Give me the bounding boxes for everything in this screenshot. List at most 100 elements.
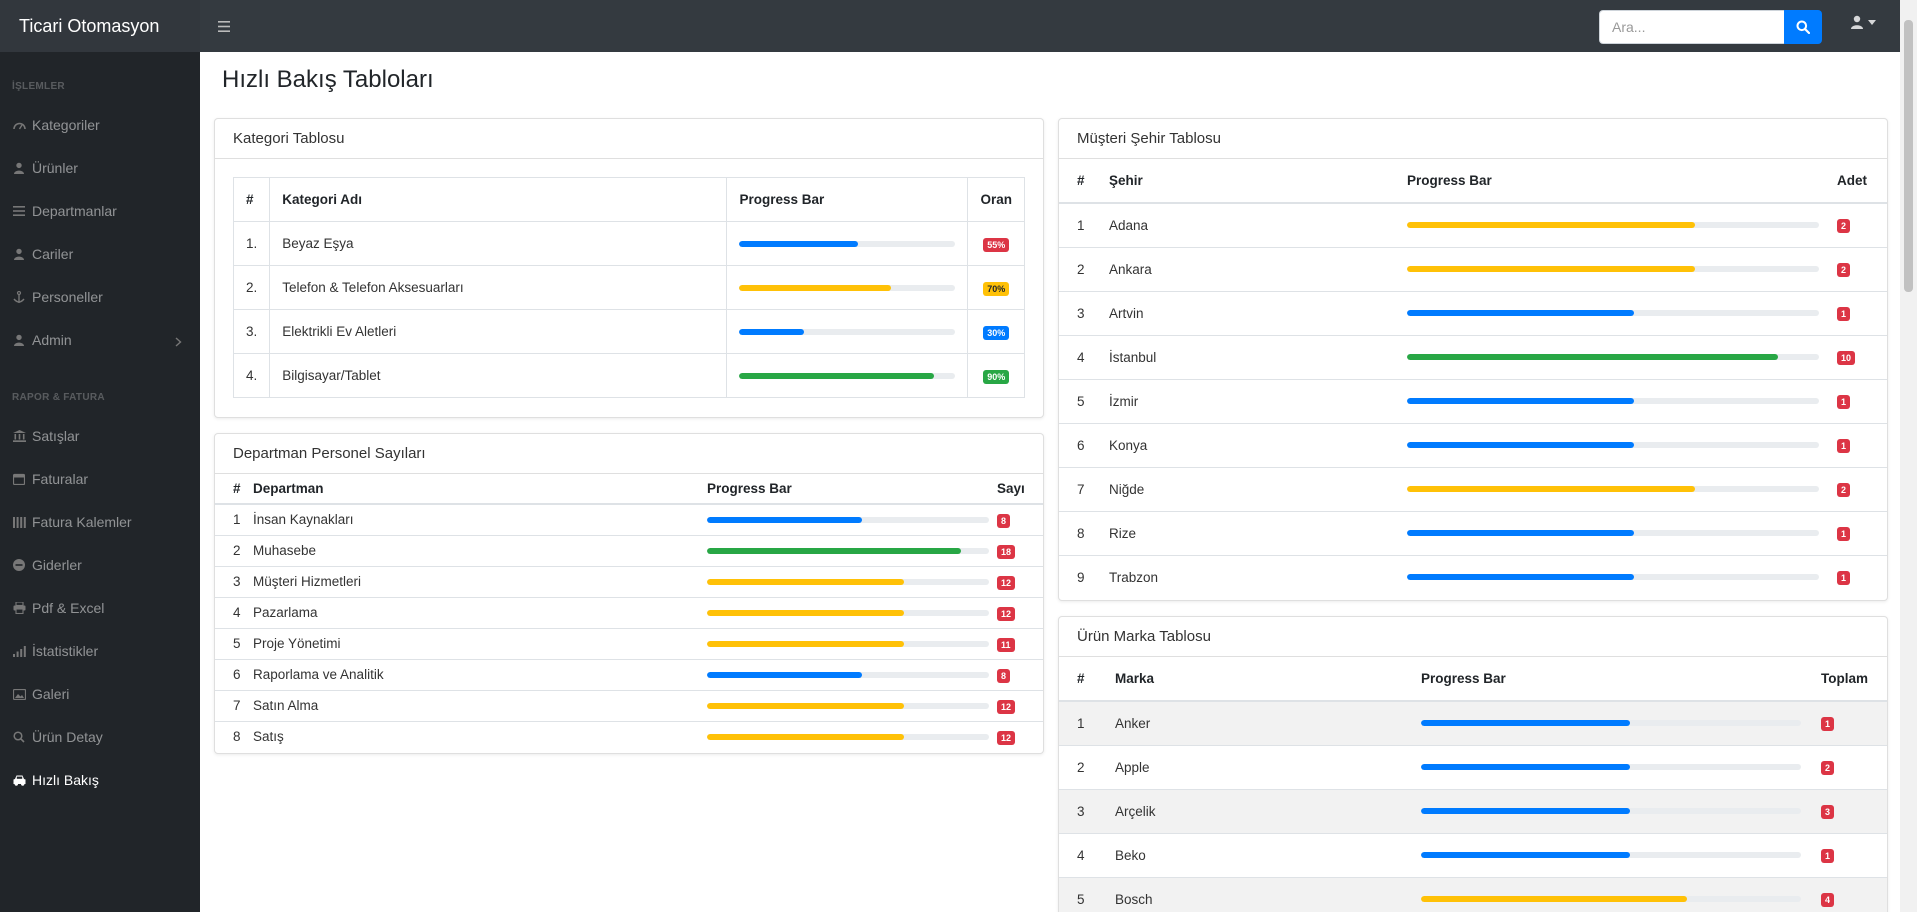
card-title: Ürün Marka Tablosu bbox=[1059, 617, 1887, 657]
sidebar-item-giderler[interactable]: Giderler bbox=[0, 550, 200, 580]
sidebar-toggle-button[interactable] bbox=[212, 16, 236, 37]
row-number: 3 bbox=[215, 565, 253, 597]
car-icon bbox=[12, 773, 26, 787]
progress-bar-fill bbox=[1407, 442, 1634, 448]
sidebar-item-personeller[interactable]: Personeller bbox=[0, 282, 200, 312]
progress-bar bbox=[1407, 266, 1819, 272]
brand-title[interactable]: Ticari Otomasyon bbox=[0, 0, 200, 52]
progress-bar-fill bbox=[707, 733, 905, 740]
sidebar-item-satislar[interactable]: Satışlar bbox=[0, 421, 200, 451]
sidebar-item-urunler[interactable]: Ürünler bbox=[0, 153, 200, 183]
count-badge: 4 bbox=[1821, 893, 1835, 908]
sidebar-item-admin[interactable]: Admin bbox=[0, 325, 200, 355]
search-icon bbox=[1796, 20, 1810, 34]
sidebar-item-urun-detay[interactable]: Ürün Detay bbox=[0, 722, 200, 752]
row-number: 5 bbox=[1059, 876, 1115, 912]
row-number: 4 bbox=[1059, 334, 1109, 379]
brand-name: Apple bbox=[1115, 744, 1421, 789]
column-header: # bbox=[215, 474, 253, 505]
column-header: # bbox=[1059, 657, 1115, 702]
table-row: 5 İzmir 1 bbox=[1059, 378, 1887, 423]
city-name: Niğde bbox=[1109, 466, 1407, 511]
ratio-badge: 55% bbox=[983, 237, 1010, 252]
row-number: 7 bbox=[215, 689, 253, 721]
sidebar-item-galeri[interactable]: Galeri bbox=[0, 679, 200, 709]
count-badge: 2 bbox=[1837, 263, 1851, 277]
row-number: 6 bbox=[1059, 422, 1109, 467]
progress-bar bbox=[1407, 310, 1819, 316]
ratio-badge: 90% bbox=[983, 369, 1010, 384]
category-table-card: Kategori Tablosu # Kategori Adı Progress… bbox=[214, 118, 1044, 418]
top-navbar: Ticari Otomasyon bbox=[0, 0, 1900, 52]
progress-bar bbox=[1407, 354, 1819, 360]
progress-bar bbox=[739, 240, 956, 247]
page-scrollbar[interactable] bbox=[1900, 0, 1917, 912]
sidebar-item-hizli-bakis[interactable]: Hızlı Bakış bbox=[0, 765, 200, 795]
progress-bar-fill bbox=[1407, 398, 1634, 404]
user-icon bbox=[1851, 15, 1863, 29]
progress-bar-fill bbox=[739, 284, 891, 291]
progress-bar-fill bbox=[707, 609, 905, 616]
progress-bar bbox=[1407, 442, 1819, 448]
row-number: 2. bbox=[232, 265, 271, 310]
table-row: 4 İstanbul 10 bbox=[1059, 334, 1887, 379]
progress-bar bbox=[1421, 808, 1801, 814]
card-title: Müşteri Şehir Tablosu bbox=[1059, 119, 1887, 159]
department-name: Müşteri Hizmetleri bbox=[253, 565, 707, 597]
user-icon bbox=[12, 333, 26, 347]
table-header-row: # Kategori Adı Progress Bar Oran bbox=[232, 177, 1025, 222]
calendar-icon bbox=[12, 472, 26, 486]
sidebar-item-label: Admin bbox=[32, 332, 72, 348]
department-name: Muhasebe bbox=[253, 534, 707, 566]
sidebar-item-label: Satışlar bbox=[32, 428, 80, 444]
search-button[interactable] bbox=[1784, 10, 1822, 44]
sidebar-item-departmanlar[interactable]: Departmanlar bbox=[0, 196, 200, 226]
sidebar: İŞLEMLER Kategoriler Ürünler Departmanla… bbox=[0, 52, 200, 912]
sidebar-item-pdf-excel[interactable]: Pdf & Excel bbox=[0, 593, 200, 623]
progress-bar-fill bbox=[1421, 764, 1630, 770]
sidebar-item-kategoriler[interactable]: Kategoriler bbox=[0, 110, 200, 140]
bank-icon bbox=[12, 429, 26, 443]
sidebar-item-label: Personeller bbox=[32, 289, 103, 305]
sidebar-item-label: Ürünler bbox=[32, 160, 78, 176]
city-name: Trabzon bbox=[1109, 554, 1407, 599]
card-title: Departman Personel Sayıları bbox=[215, 434, 1043, 474]
sidebar-item-faturalar[interactable]: Faturalar bbox=[0, 464, 200, 494]
count-badge: 12 bbox=[997, 606, 1016, 621]
progress-bar bbox=[1421, 896, 1801, 903]
ratio-badge: 70% bbox=[983, 281, 1010, 296]
sidebar-item-label: Hızlı Bakış bbox=[32, 772, 99, 788]
column-header: # bbox=[232, 177, 271, 222]
customer-city-table-card: Müşteri Şehir Tablosu # Şehir Progress B… bbox=[1058, 118, 1888, 601]
table-row: 6 Raporlama ve Analitik 8 bbox=[215, 658, 1043, 690]
row-number: 2 bbox=[215, 534, 253, 566]
sidebar-item-istatistikler[interactable]: İstatistikler bbox=[0, 636, 200, 666]
progress-bar bbox=[739, 372, 956, 379]
sidebar-item-fatura-kalemler[interactable]: Fatura Kalemler bbox=[0, 507, 200, 537]
table-row: 4. Bilgisayar/Tablet 90% bbox=[232, 353, 1025, 398]
table-row: 3 Artvin 1 bbox=[1059, 290, 1887, 335]
progress-bar-fill bbox=[1421, 720, 1630, 727]
table-row: 2 Muhasebe 18 bbox=[215, 534, 1043, 566]
sidebar-item-label: Pdf & Excel bbox=[32, 600, 105, 616]
brand-name: Beko bbox=[1115, 832, 1421, 877]
row-number: 1 bbox=[215, 503, 253, 535]
brand-name: Arçelik bbox=[1115, 788, 1421, 833]
progress-bar-fill bbox=[707, 702, 905, 709]
progress-bar bbox=[1407, 530, 1819, 536]
progress-bar-fill bbox=[1421, 896, 1687, 903]
row-number: 3 bbox=[1059, 290, 1109, 335]
search-input[interactable] bbox=[1599, 10, 1784, 44]
scrollbar-thumb[interactable] bbox=[1904, 20, 1913, 292]
table-row: 8 Rize 1 bbox=[1059, 510, 1887, 555]
progress-bar bbox=[1421, 852, 1801, 858]
sidebar-item-label: İstatistikler bbox=[32, 643, 99, 659]
sidebar-item-cariler[interactable]: Cariler bbox=[0, 239, 200, 269]
column-header: Adet bbox=[1837, 159, 1887, 204]
count-badge: 2 bbox=[1821, 761, 1835, 775]
customer-city-table: # Şehir Progress Bar Adet 1 Adana 2 2 Ankara… bbox=[1059, 159, 1887, 599]
sidebar-item-label: Ürün Detay bbox=[32, 729, 103, 745]
city-name: Adana bbox=[1109, 202, 1407, 247]
row-number: 1. bbox=[232, 221, 271, 266]
user-dropdown[interactable] bbox=[1850, 15, 1876, 29]
